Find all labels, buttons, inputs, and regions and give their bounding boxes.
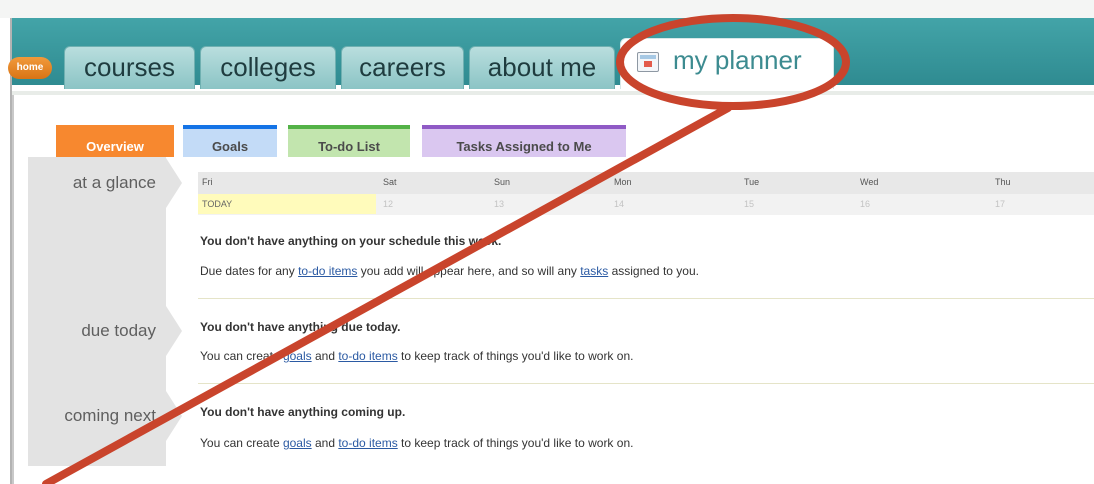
coming-text-middle: and <box>311 436 339 450</box>
subtab-goals[interactable]: Goals <box>183 125 277 157</box>
goals-link[interactable]: goals <box>283 436 312 450</box>
glance-text: Due dates for any to-do items you add wi… <box>200 264 699 278</box>
due-text: You can create goals and to-do items to … <box>200 349 633 363</box>
calendar-day-sun: Sun <box>494 177 511 187</box>
navbar-shadow <box>12 91 1094 95</box>
tab-courses-label: courses <box>83 52 176 82</box>
calendar-header-row <box>198 172 1094 194</box>
coming-text: You can create goals and to-do items to … <box>200 436 633 450</box>
due-text-middle: and <box>311 349 339 363</box>
tab-about-me-label: about me <box>487 52 597 82</box>
tab-careers-label: careers <box>359 52 446 82</box>
calendar-day-thu: Thu <box>995 177 1011 187</box>
calendar-day-wed: Wed <box>860 177 879 187</box>
tab-careers[interactable]: careers <box>341 46 464 89</box>
calendar-date-cell[interactable]: 13 <box>490 194 504 214</box>
to-do-items-link[interactable]: to-do items <box>338 349 397 363</box>
tab-colleges-label: colleges <box>220 52 316 82</box>
goals-link[interactable]: goals <box>283 349 312 363</box>
coming-text-after: to keep track of things you'd like to wo… <box>397 436 634 450</box>
tasks-link[interactable]: tasks <box>580 264 608 278</box>
tab-my-planner[interactable]: my planner <box>620 38 834 89</box>
subtab-overview[interactable]: Overview <box>56 125 174 157</box>
calendar-date-cell[interactable]: 14 <box>610 194 624 214</box>
section-label-due-today: due today <box>81 321 156 340</box>
subtab-tasks-assigned-label: Tasks Assigned to Me <box>456 139 592 154</box>
subtab-overview-label: Overview <box>86 139 144 154</box>
tab-my-planner-label: my planner <box>673 45 802 75</box>
top-strip <box>0 0 1094 18</box>
tab-colleges[interactable]: colleges <box>200 46 336 89</box>
calendar-day-sat: Sat <box>383 177 397 187</box>
section-label-at-a-glance: at a glance <box>72 173 156 192</box>
calendar-day-tue: Tue <box>744 177 760 187</box>
calendar-date-cell[interactable]: 16 <box>856 194 870 214</box>
calendar-day-mon: Mon <box>614 177 632 187</box>
calendar-day-fri: Fri <box>202 177 213 187</box>
section-divider <box>198 298 1094 299</box>
content-border <box>12 95 14 484</box>
due-heading: You don't have anything due today. <box>200 320 401 334</box>
to-do-items-link[interactable]: to-do items <box>298 264 357 278</box>
calendar-date-cell[interactable]: 17 <box>991 194 1005 214</box>
calendar-date-cell[interactable]: 15 <box>740 194 754 214</box>
to-do-items-link[interactable]: to-do items <box>338 436 397 450</box>
calendar-today-cell[interactable]: TODAY <box>198 194 376 214</box>
subtab-to-do-list[interactable]: To-do List <box>288 125 410 157</box>
home-button[interactable]: home <box>8 57 52 79</box>
tab-about-me[interactable]: about me <box>469 46 615 89</box>
coming-heading: You don't have anything coming up. <box>200 405 406 419</box>
section-notch <box>166 158 182 208</box>
glance-heading: You don't have anything on your schedule… <box>200 234 502 248</box>
coming-text-before: You can create <box>200 436 283 450</box>
calendar-date-cell[interactable]: 12 <box>379 194 393 214</box>
week-calendar: Fri Sat Sun Mon Tue Wed Thu TODAY 12 13 … <box>198 172 1094 215</box>
section-divider <box>198 383 1094 384</box>
glance-text-middle: you add will appear here, and so will an… <box>357 264 581 278</box>
due-text-after: to keep track of things you'd like to wo… <box>397 349 634 363</box>
section-label-coming-next: coming next <box>64 406 156 425</box>
calendar-icon <box>637 52 659 72</box>
due-text-before: You can create <box>200 349 283 363</box>
tab-courses[interactable]: courses <box>64 46 195 89</box>
glance-text-after: assigned to you. <box>608 264 699 278</box>
subtab-tasks-assigned[interactable]: Tasks Assigned to Me <box>422 125 626 157</box>
section-notch <box>166 306 182 356</box>
section-notch <box>166 391 182 441</box>
glance-text-before: Due dates for any <box>200 264 299 278</box>
subtab-goals-label: Goals <box>211 139 249 154</box>
subtab-to-do-list-label: To-do List <box>318 139 380 154</box>
